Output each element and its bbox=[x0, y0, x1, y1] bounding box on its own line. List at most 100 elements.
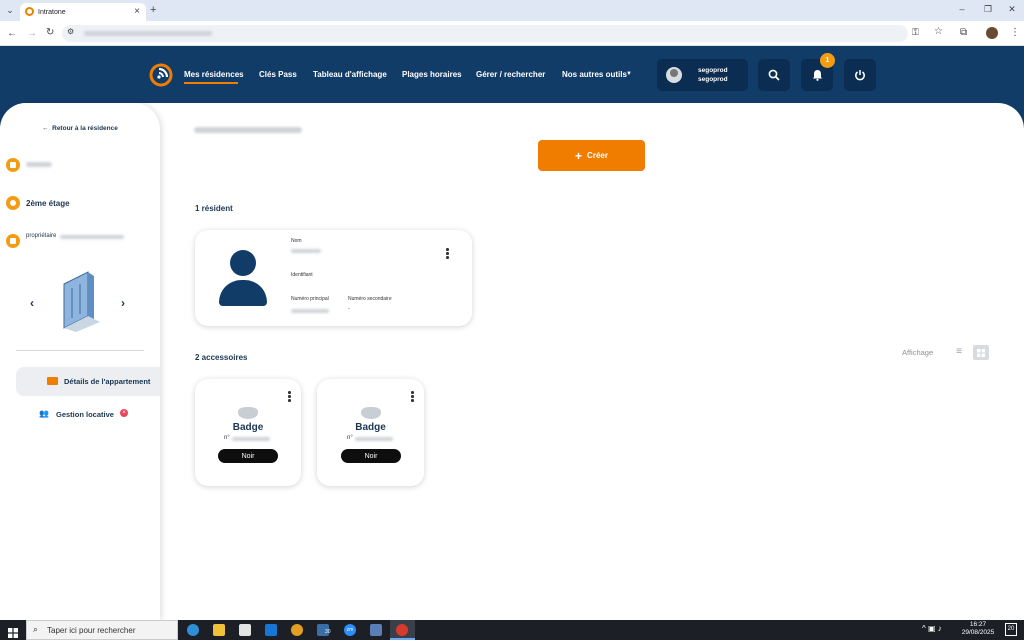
display-label: Affichage bbox=[902, 348, 934, 357]
nav-plages-horaires[interactable]: Plages horaires bbox=[402, 70, 462, 79]
back-arrow-icon: ← bbox=[42, 125, 49, 132]
nav-cles-pass[interactable]: Clés Pass bbox=[259, 70, 297, 79]
building-icon bbox=[47, 377, 58, 385]
back-to-residence-link[interactable]: ← Retour à la résidence bbox=[42, 125, 118, 132]
door-illustration bbox=[60, 270, 102, 332]
window-restore-button[interactable]: ❐ bbox=[982, 5, 994, 14]
vpn-shield-icon[interactable] bbox=[370, 624, 382, 636]
next-arrow-icon[interactable]: › bbox=[121, 296, 125, 310]
warning-dot-icon: × bbox=[120, 409, 128, 417]
accessory-card[interactable]: Badge n° Noir bbox=[317, 379, 424, 486]
sidebar-item-label: Détails de l'appartement bbox=[64, 377, 151, 386]
zoom-icon[interactable]: zm bbox=[344, 624, 356, 636]
resident-name-redacted bbox=[291, 249, 321, 253]
secondary-number-label: Numéro secondaire bbox=[348, 296, 392, 302]
primary-number-redacted bbox=[291, 309, 329, 313]
profile-avatar[interactable] bbox=[986, 27, 998, 39]
accessory-color-pill: Noir bbox=[341, 449, 401, 463]
prev-arrow-icon[interactable]: ‹ bbox=[30, 296, 34, 310]
logout-button[interactable] bbox=[844, 59, 876, 91]
bookmark-icon bbox=[6, 158, 20, 172]
accessory-card[interactable]: Badge n° Noir bbox=[195, 379, 301, 486]
person-avatar-icon bbox=[219, 250, 267, 306]
tab-close-icon[interactable]: × bbox=[134, 7, 140, 17]
page-title-redacted bbox=[194, 127, 302, 133]
user-login: segoprod bbox=[698, 76, 728, 83]
browser-menu-icon[interactable]: ⋮ bbox=[1010, 28, 1020, 38]
window-close-button[interactable]: ✕ bbox=[1006, 5, 1018, 14]
taskbar-search-placeholder: Taper ici pour rechercher bbox=[47, 626, 136, 635]
windows-start-icon[interactable] bbox=[8, 625, 18, 638]
create-button[interactable]: + Créer bbox=[538, 140, 645, 171]
resident-card[interactable]: Nom Identifiant Numéro principal Numéro … bbox=[195, 230, 472, 326]
intratone-logo[interactable] bbox=[149, 63, 173, 87]
accessory-more-icon[interactable] bbox=[288, 391, 291, 403]
search-icon bbox=[768, 69, 780, 81]
accessory-more-icon[interactable] bbox=[411, 391, 414, 403]
calendar-badge: 30 bbox=[325, 629, 331, 635]
list-view-icon[interactable]: ≡ bbox=[953, 346, 965, 358]
new-tab-button[interactable]: + bbox=[150, 5, 156, 16]
calendar-app-icon[interactable]: 30 bbox=[317, 624, 331, 636]
chrome-icon[interactable] bbox=[291, 624, 303, 636]
nav-gerer-rechercher[interactable]: Gérer / rechercher bbox=[476, 70, 545, 79]
nav-active-underline bbox=[184, 82, 238, 84]
grid-view-icon[interactable] bbox=[973, 345, 989, 360]
accessory-number-prefix: n° bbox=[347, 435, 353, 441]
sidebar bbox=[0, 103, 160, 620]
browser-tab[interactable]: Intratone × bbox=[20, 3, 146, 21]
back-arrow-icon[interactable]: ← bbox=[7, 29, 17, 39]
password-key-icon[interactable]: ⚿ bbox=[912, 28, 919, 37]
owner-label: propriétaire bbox=[26, 233, 57, 239]
notification-count-badge: 1 bbox=[820, 53, 835, 68]
forward-arrow-icon[interactable]: → bbox=[27, 29, 37, 39]
user-name: segoprod bbox=[698, 67, 728, 74]
chat-icon bbox=[6, 234, 20, 248]
nav-tableau-affichage[interactable]: Tableau d'affichage bbox=[313, 70, 387, 79]
taskbar-search-box[interactable]: ⌕ Taper ici pour rechercher bbox=[26, 620, 178, 640]
chevron-down-icon[interactable]: ▼ bbox=[626, 71, 632, 77]
site-info-icon[interactable]: ⚙ bbox=[67, 28, 74, 36]
extensions-puzzle-icon[interactable]: ⧉ bbox=[960, 28, 967, 38]
chrome-profile-icon bbox=[396, 624, 408, 636]
owner-name-redacted bbox=[60, 235, 124, 239]
users-icon: 👥 bbox=[39, 409, 49, 418]
edge-browser-icon[interactable] bbox=[187, 624, 199, 636]
sidebar-item-label: Gestion locative bbox=[56, 410, 114, 419]
search-icon: ⌕ bbox=[33, 624, 39, 634]
sidebar-divider bbox=[16, 350, 144, 351]
accessory-type: Badge bbox=[232, 422, 264, 433]
accessories-title: 2 accessoires bbox=[195, 353, 248, 362]
accessory-type: Badge bbox=[355, 422, 386, 433]
name-label: Nom bbox=[291, 238, 302, 244]
bookmark-star-icon[interactable]: ☆ bbox=[934, 27, 943, 37]
sidebar-item-apartment-details[interactable]: Détails de l'appartement bbox=[16, 367, 160, 396]
nav-mes-residences[interactable]: Mes résidences bbox=[184, 70, 244, 79]
sidebar-item-rental-management[interactable]: 👥 Gestion locative × bbox=[16, 402, 160, 426]
avatar bbox=[666, 67, 682, 83]
identifier-label: Identifiant bbox=[291, 272, 313, 278]
nav-autres-outils[interactable]: Nos autres outils bbox=[562, 70, 627, 79]
window-minimize-button[interactable]: – bbox=[956, 5, 968, 14]
reload-icon[interactable]: ↻ bbox=[46, 28, 54, 38]
taskbar-date: 29/08/2025 bbox=[961, 629, 995, 636]
accessory-number-redacted bbox=[355, 437, 393, 441]
outlook-icon[interactable] bbox=[265, 624, 277, 636]
notification-center-icon[interactable]: 20 bbox=[1005, 623, 1017, 636]
system-tray-icons[interactable]: ^ ▣ ♪ bbox=[922, 624, 942, 633]
taskbar-clock[interactable]: 16:27 29/08/2025 bbox=[958, 621, 998, 637]
resident-more-icon[interactable] bbox=[446, 248, 449, 260]
url-bar[interactable]: ⚙ ⚿ ☆ bbox=[62, 25, 943, 42]
search-button[interactable] bbox=[758, 59, 790, 91]
user-button[interactable]: segoprod segoprod bbox=[657, 59, 748, 91]
taskbar-chrome-active[interactable] bbox=[390, 620, 415, 640]
residence-name-redacted bbox=[26, 162, 52, 167]
file-explorer-icon[interactable] bbox=[213, 624, 225, 636]
store-icon[interactable] bbox=[239, 624, 251, 636]
location-pin-icon bbox=[6, 196, 20, 210]
intratone-favicon-icon bbox=[25, 7, 34, 16]
bell-icon bbox=[812, 70, 822, 81]
badge-fob-icon bbox=[238, 407, 258, 419]
tab-list-chevron-icon[interactable]: ⌄ bbox=[6, 6, 14, 15]
accessory-number-redacted bbox=[232, 437, 270, 441]
